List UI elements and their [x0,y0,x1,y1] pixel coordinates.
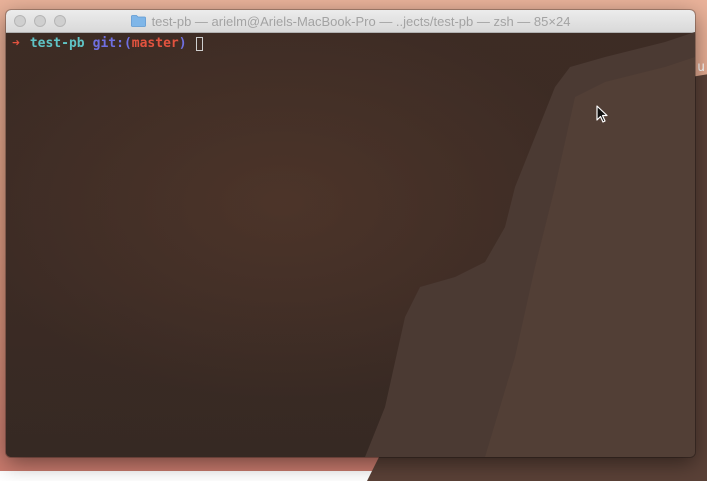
terminal-window[interactable]: test-pb — arielm@Ariels-MacBook-Pro — ..… [6,10,695,457]
text-cursor [195,37,203,51]
close-button[interactable] [14,15,26,27]
terminal-content[interactable]: ➜ test-pb git: ( master ) [6,32,695,457]
folder-icon [130,15,146,27]
desktop-edge-text: u [697,60,705,75]
mouse-pointer-icon [596,105,608,127]
background-cliff-image [365,32,695,457]
git-label: git: [92,36,124,51]
shell-prompt-line[interactable]: ➜ test-pb git: ( master ) [12,36,203,52]
branch-paren-close: ) [178,36,187,51]
zoom-button[interactable] [54,15,66,27]
prompt-arrow: ➜ [12,36,20,51]
window-controls [14,15,66,27]
git-branch: master [131,36,179,51]
minimize-button[interactable] [34,15,46,27]
branch-paren-open: ( [123,36,132,51]
current-directory: test-pb [29,36,85,51]
